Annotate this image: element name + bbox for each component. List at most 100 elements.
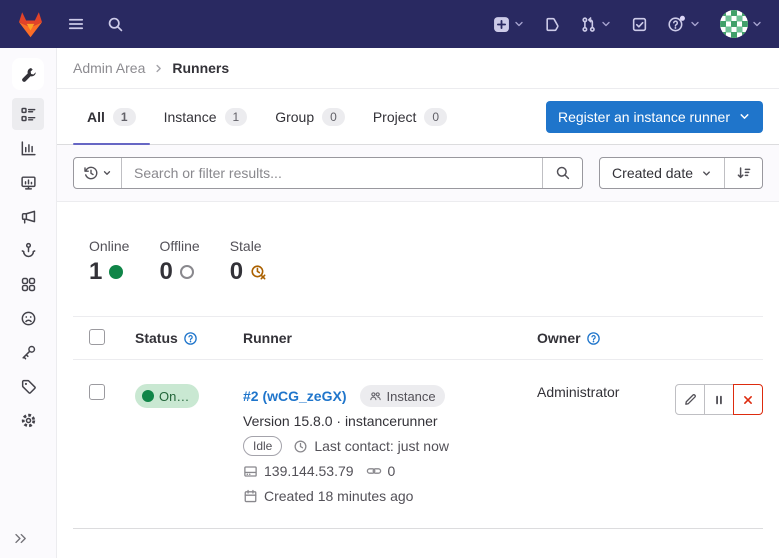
stat-stale-label: Stale xyxy=(230,238,267,254)
tab-instance[interactable]: Instance 1 xyxy=(150,89,262,144)
question-circle-icon xyxy=(667,15,686,33)
stat-online-label: Online xyxy=(89,238,129,254)
runner-owner: Administrator xyxy=(537,384,619,400)
gear-icon xyxy=(20,412,37,429)
users-icon xyxy=(369,390,382,403)
bar-chart-icon xyxy=(20,140,37,157)
runners-table-header: Status Runner Owner xyxy=(73,316,763,360)
stat-stale-value: 0 xyxy=(230,258,243,286)
sidebar-item-messages[interactable] xyxy=(12,200,44,232)
calendar-icon xyxy=(243,489,258,504)
runner-status-text: Online xyxy=(159,389,190,404)
sort-direction-button[interactable] xyxy=(724,158,762,188)
runner-type-label: Instance xyxy=(386,389,435,404)
avatar xyxy=(720,10,748,38)
key-icon xyxy=(20,344,37,361)
chevron-double-right-icon xyxy=(13,531,28,546)
select-all-checkbox[interactable] xyxy=(89,329,105,345)
stat-online-value: 1 xyxy=(89,258,102,286)
online-dot-icon xyxy=(109,265,123,279)
sidebar-item-labels[interactable] xyxy=(12,370,44,402)
tab-count-badge: 1 xyxy=(225,108,248,126)
edit-runner-button[interactable] xyxy=(675,384,705,415)
runner-state-badge: Idle xyxy=(243,436,282,456)
chevron-down-icon xyxy=(751,18,763,30)
new-menu-button[interactable] xyxy=(493,16,525,33)
stat-stale: Stale 0 xyxy=(230,238,267,286)
offline-circle-icon xyxy=(180,265,194,279)
merge-requests-button[interactable] xyxy=(580,16,612,33)
clock-icon xyxy=(293,439,308,454)
close-icon xyxy=(741,393,755,407)
breadcrumb-current: Runners xyxy=(172,60,229,76)
issues-icon[interactable] xyxy=(544,16,561,33)
runner-type-badge: Instance xyxy=(360,385,444,407)
help-menu-button[interactable] xyxy=(667,15,701,33)
gitlab-admin-runners-page: Admin Area Runners All 1 Instance 1 Grou… xyxy=(0,0,779,558)
select-runner-checkbox[interactable] xyxy=(89,384,105,400)
delete-runner-button[interactable] xyxy=(733,384,763,415)
register-runner-label: Register an instance runner xyxy=(558,109,730,125)
tab-group[interactable]: Group 0 xyxy=(261,89,359,144)
search-history-button[interactable] xyxy=(74,158,122,188)
runners-content: Online 1 Offline 0 Sta xyxy=(57,202,779,558)
status-column-header: Status xyxy=(135,330,178,346)
runner-link[interactable]: #2 (wCG_zeGX) xyxy=(243,388,346,404)
stat-offline-value: 0 xyxy=(159,258,172,286)
hamburger-menu-icon[interactable] xyxy=(67,15,85,33)
search-input[interactable] xyxy=(122,158,542,188)
sidebar-item-applications[interactable] xyxy=(12,268,44,300)
gitlab-logo[interactable] xyxy=(16,11,45,38)
top-navbar xyxy=(0,0,779,48)
runner-status-badge: Online xyxy=(135,384,199,408)
monitor-icon xyxy=(20,174,37,191)
sidebar-item-settings[interactable] xyxy=(12,404,44,436)
sad-face-icon xyxy=(20,310,37,327)
tab-label: Project xyxy=(373,109,417,125)
chevron-down-icon xyxy=(689,18,701,30)
history-icon xyxy=(83,165,99,181)
stat-offline-label: Offline xyxy=(159,238,199,254)
tanuki-icon xyxy=(16,11,45,38)
runner-row: Online #2 (wCG_zeGX) Instance xyxy=(73,360,763,529)
breadcrumb-admin-area[interactable]: Admin Area xyxy=(73,60,145,76)
tab-project[interactable]: Project 0 xyxy=(359,89,461,144)
sort-by-dropdown[interactable]: Created date xyxy=(600,158,724,188)
sidebar-item-abuse-reports[interactable] xyxy=(12,302,44,334)
tabs-bar: All 1 Instance 1 Group 0 Project 0 xyxy=(57,89,779,145)
bullhorn-icon xyxy=(20,208,37,225)
sidebar-item-deploy-keys[interactable] xyxy=(12,336,44,368)
sidebar-item-analytics[interactable] xyxy=(12,132,44,164)
runner-created: Created 18 minutes ago xyxy=(264,488,413,504)
sidebar-item-system-hooks[interactable] xyxy=(12,234,44,266)
runner-type-tabs: All 1 Instance 1 Group 0 Project 0 xyxy=(73,89,461,144)
runner-actions xyxy=(675,384,763,415)
tab-all[interactable]: All 1 xyxy=(73,89,150,144)
breadcrumb: Admin Area Runners xyxy=(57,48,779,89)
owner-help-icon[interactable] xyxy=(586,331,601,346)
runner-ip-address: 139.144.53.79 xyxy=(264,463,354,479)
search-icon[interactable] xyxy=(107,16,124,33)
owner-column-header: Owner xyxy=(537,330,581,346)
user-menu-button[interactable] xyxy=(720,10,763,38)
stat-online: Online 1 xyxy=(89,238,129,286)
runner-version: Version 15.8.0 · instancerunner xyxy=(243,409,537,433)
chevron-down-icon xyxy=(738,110,751,123)
collapse-sidebar-button[interactable] xyxy=(13,531,28,546)
admin-area-wrench-icon[interactable] xyxy=(12,58,44,90)
status-help-icon[interactable] xyxy=(183,331,198,346)
register-runner-button[interactable]: Register an instance runner xyxy=(546,101,763,133)
search-submit-button[interactable] xyxy=(542,158,582,188)
stale-clock-icon xyxy=(250,264,267,281)
tab-label: All xyxy=(87,109,105,125)
link-icon xyxy=(366,463,382,479)
tab-label: Instance xyxy=(164,109,217,125)
sidebar-item-overview[interactable] xyxy=(12,98,44,130)
sidebar-item-monitoring[interactable] xyxy=(12,166,44,198)
pause-runner-button[interactable] xyxy=(704,384,734,415)
overview-icon xyxy=(20,106,37,123)
todos-icon[interactable] xyxy=(631,16,648,33)
merge-request-icon xyxy=(580,16,597,33)
chevron-down-icon xyxy=(102,168,112,178)
chevron-right-icon xyxy=(153,63,164,74)
